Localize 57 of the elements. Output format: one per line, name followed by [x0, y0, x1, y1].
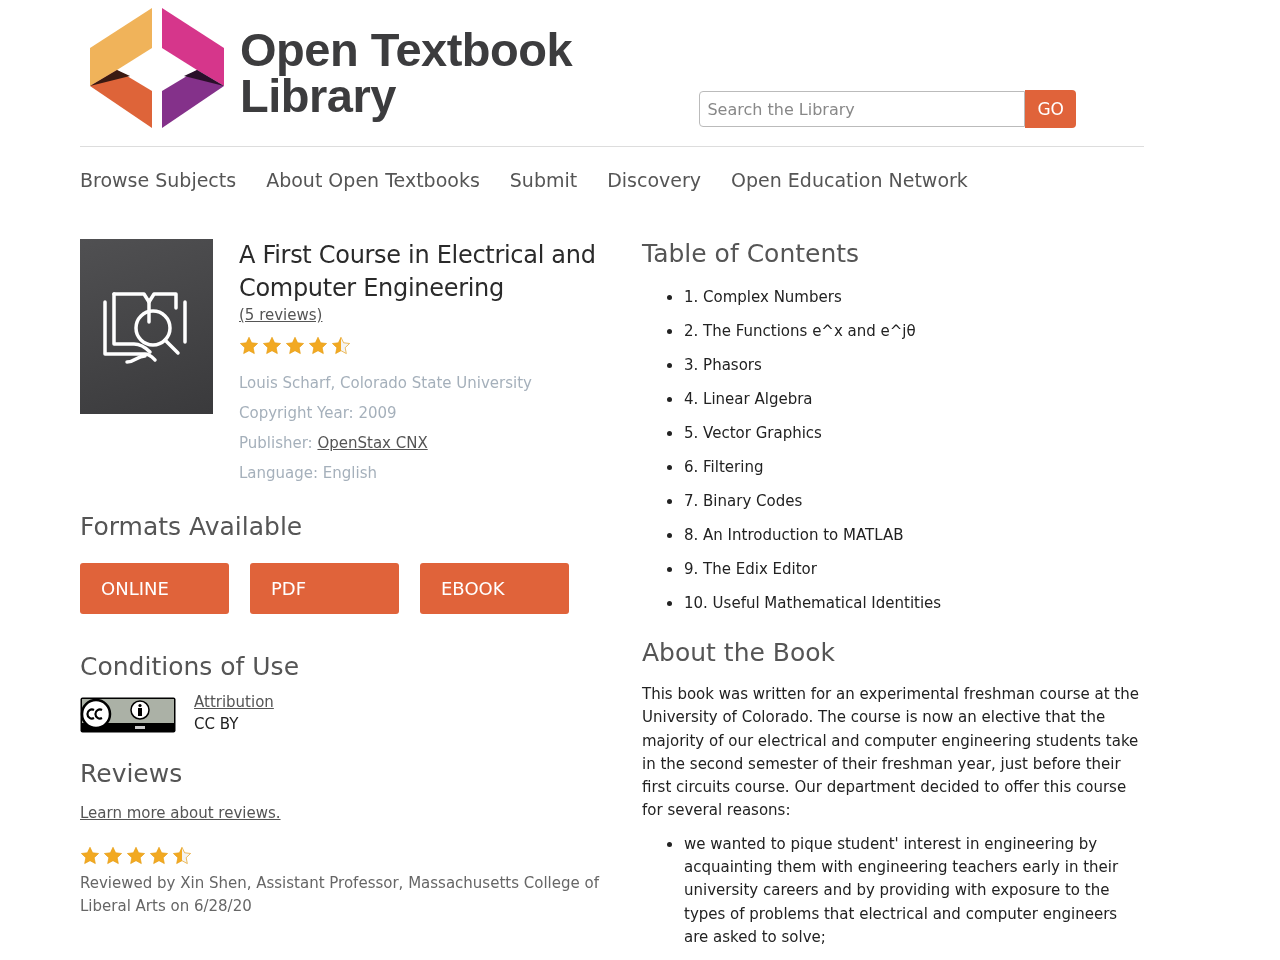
bullet-icon [667, 498, 672, 504]
publisher-label: Publisher: [239, 434, 313, 452]
language-text: Language: English [239, 464, 378, 482]
reviews-link[interactable]: (5 reviews) [239, 306, 323, 324]
about-paragraph: This book was written for an experimental freshman course at the University of Colorado. The course is now an elective that the majority of our electrical and computer engineering students take in the second semester of their freshman year, just before their first circuits course. Our department decided to offer this course for several reasons: [642, 684, 1140, 822]
star-icon [149, 846, 169, 866]
license-text: CC BY [194, 715, 240, 733]
bullet-icon [667, 328, 672, 334]
star-icon [126, 846, 146, 866]
book-title: A First Course in Electrical and Computer Engineering [239, 240, 597, 304]
star-icon [80, 846, 100, 866]
star-icon [308, 336, 328, 356]
bullet-icon [667, 294, 672, 300]
copyright-text: Copyright Year: 2009 [239, 404, 398, 422]
star-icon [262, 336, 282, 356]
star-icon [172, 846, 192, 866]
nav-link[interactable]: Open Education Network [731, 169, 968, 209]
nav-link[interactable]: Browse Subjects [80, 169, 237, 209]
review-byline: Reviewed by Xin Shen, Assistant Professor, Massachusetts College of Liberal Arts on 6/28/20 [80, 873, 601, 917]
bullet-icon [667, 566, 672, 572]
toc-item: 1. Complex Numbers [684, 288, 842, 306]
section-heading: Table of Contents [642, 239, 861, 268]
license-badge-icon [80, 697, 176, 733]
star-icon [331, 336, 351, 356]
toc-item: 2. The Functions e^x and e^jθ [684, 322, 916, 340]
star-icon [285, 336, 305, 356]
star-icon [239, 336, 259, 356]
nav-link[interactable]: Submit [509, 169, 578, 209]
bullet-icon [667, 430, 672, 436]
publisher-link[interactable]: OpenStax CNX [317, 434, 428, 452]
toc-item: 10. Useful Mathematical Identities [684, 594, 942, 612]
bullet-icon [667, 362, 672, 368]
nav-link[interactable]: About Open Textbooks [266, 169, 480, 209]
bullet-icon [667, 464, 672, 470]
toc-item: 3. Phasors [684, 356, 762, 374]
author-text: Louis Scharf, Colorado State University [239, 374, 533, 392]
bullet-icon [667, 396, 672, 402]
toc-item: 9. The Edix Editor [684, 560, 817, 578]
toc-item: 5. Vector Graphics [684, 424, 822, 442]
section-heading: Formats Available [80, 512, 304, 541]
toc-item: 8. An Introduction to MATLAB [684, 526, 904, 544]
star-icon [103, 846, 123, 866]
toc-item: 7. Binary Codes [684, 492, 803, 510]
section-heading: Conditions of Use [80, 652, 301, 681]
bullet-icon [667, 600, 672, 606]
search-field[interactable]: Search the Library [699, 91, 1026, 127]
learn-more-link[interactable]: Learn more about reviews. [80, 804, 281, 822]
bullet-icon [667, 841, 672, 847]
logo-icon [90, 8, 224, 128]
section-heading: About the Book [642, 638, 837, 667]
license-link[interactable]: Attribution [194, 693, 274, 711]
toc-item: 6. Filtering [684, 458, 764, 476]
section-heading: Reviews [80, 759, 184, 788]
nav-link[interactable]: Discovery [607, 169, 702, 209]
bullet-icon [667, 532, 672, 538]
toc-item: 4. Linear Algebra [684, 390, 813, 408]
about-bullet-text: we wanted to pique student' interest in engineering by acquainting them with engineering teachers early in their university careers and by providing with exposure to the types of problems that electrical and computer engineers are asked to solve; [684, 833, 1120, 948]
